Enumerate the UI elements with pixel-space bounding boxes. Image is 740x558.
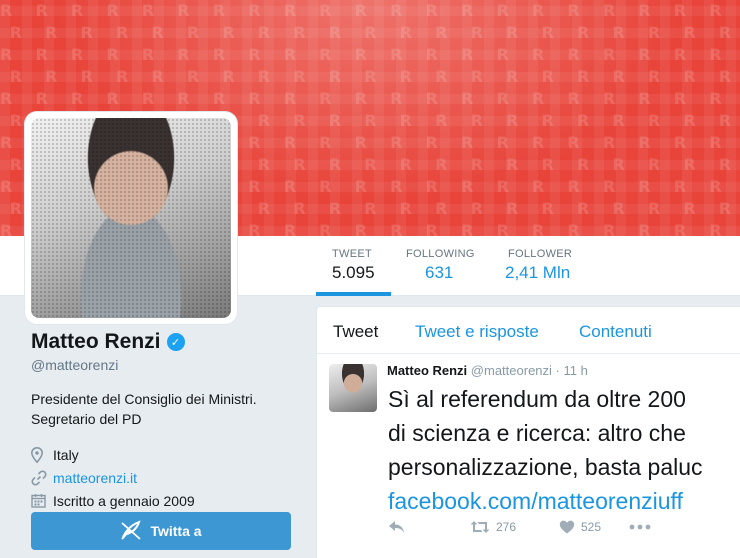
tweet-link[interactable]: facebook.com/matteorenziuff	[388, 484, 740, 518]
profile-avatar[interactable]	[25, 112, 237, 324]
profile-location-text: Italy	[53, 446, 79, 463]
tweet-author-avatar[interactable]	[329, 364, 377, 412]
tweet-text-line: Sì al referendum da oltre 200	[388, 386, 686, 412]
tweet-text-line: di scienza e ricerca: altro che	[388, 420, 686, 446]
more-button[interactable]	[629, 524, 651, 530]
stat-following[interactable]: FOLLOWING 631	[406, 236, 475, 296]
retweet-icon	[470, 520, 490, 534]
stat-followers[interactable]: FOLLOWER 2,41 Mln	[505, 236, 572, 296]
stat-followers-value: 2,41 Mln	[505, 263, 571, 282]
verified-badge-icon[interactable]: ✓	[166, 333, 185, 351]
tweet-author-name[interactable]: Matteo Renzi	[387, 363, 467, 378]
profile-card: Matteo Renzi ✓ @matteorenzi Presidente d…	[31, 330, 301, 512]
profile-website-link[interactable]: matteorenzi.it	[53, 470, 137, 486]
more-icon	[629, 524, 651, 530]
stat-tweets[interactable]: TWEET 5.095	[316, 236, 391, 296]
stat-tweets-label: TWEET	[332, 248, 372, 260]
tab-tweets-and-replies[interactable]: Tweet e risposte	[415, 322, 539, 342]
reply-icon	[388, 520, 406, 534]
tab-tweets[interactable]: Tweet	[333, 322, 378, 342]
tweet-to-button[interactable]: Twitta a	[31, 512, 291, 550]
like-button[interactable]: 525	[559, 520, 629, 534]
tweet-separator: ·	[555, 363, 560, 378]
tweet-text: Sì al referendum da oltre 200 di scienza…	[388, 382, 740, 518]
avatar-photo	[31, 118, 231, 318]
tweet-text-line: personalizzazione, basta paluc	[388, 454, 703, 480]
tweet-actions: 276 525	[388, 520, 651, 534]
profile-meta: Italy matteorenzi.it Iscritto a gennaio …	[31, 443, 301, 512]
stat-following-value: 631	[425, 263, 454, 282]
profile-handle[interactable]: @matteorenzi	[31, 357, 301, 373]
calendar-icon	[31, 493, 53, 508]
timeline: Tweet Tweet e risposte Contenuti Matteo …	[316, 306, 740, 558]
profile-website: matteorenzi.it	[31, 466, 301, 489]
stat-followers-label: FOLLOWER	[508, 248, 573, 260]
profile-joined: Iscritto a gennaio 2009	[31, 489, 301, 512]
tab-media[interactable]: Contenuti	[579, 322, 652, 342]
retweet-button[interactable]: 276	[470, 520, 559, 534]
location-pin-icon	[31, 446, 53, 463]
stat-tweets-value: 5.095	[332, 263, 375, 282]
stat-following-label: FOLLOWING	[406, 248, 475, 260]
heart-icon	[559, 520, 575, 534]
quill-icon	[120, 519, 142, 543]
profile-joined-text: Iscritto a gennaio 2009	[53, 492, 195, 509]
timeline-tabs: Tweet Tweet e risposte Contenuti	[317, 307, 740, 354]
tweet-item[interactable]: Matteo Renzi @matteorenzi · 11 h Sì al r…	[317, 354, 740, 558]
link-icon	[31, 469, 53, 486]
profile-bio: Presidente del Consiglio dei Ministri. S…	[31, 391, 257, 427]
profile-location: Italy	[31, 443, 301, 466]
tweet-to-button-label: Twitta a	[150, 523, 202, 539]
retweet-count: 276	[496, 520, 517, 534]
like-count: 525	[581, 520, 602, 534]
reply-button[interactable]	[388, 520, 470, 534]
tweet-timestamp[interactable]: 11 h	[564, 363, 588, 378]
profile-name[interactable]: Matteo Renzi	[31, 330, 161, 354]
tweet-header: Matteo Renzi @matteorenzi · 11 h	[387, 363, 588, 378]
tweet-author-handle[interactable]: @matteorenzi	[471, 363, 552, 378]
